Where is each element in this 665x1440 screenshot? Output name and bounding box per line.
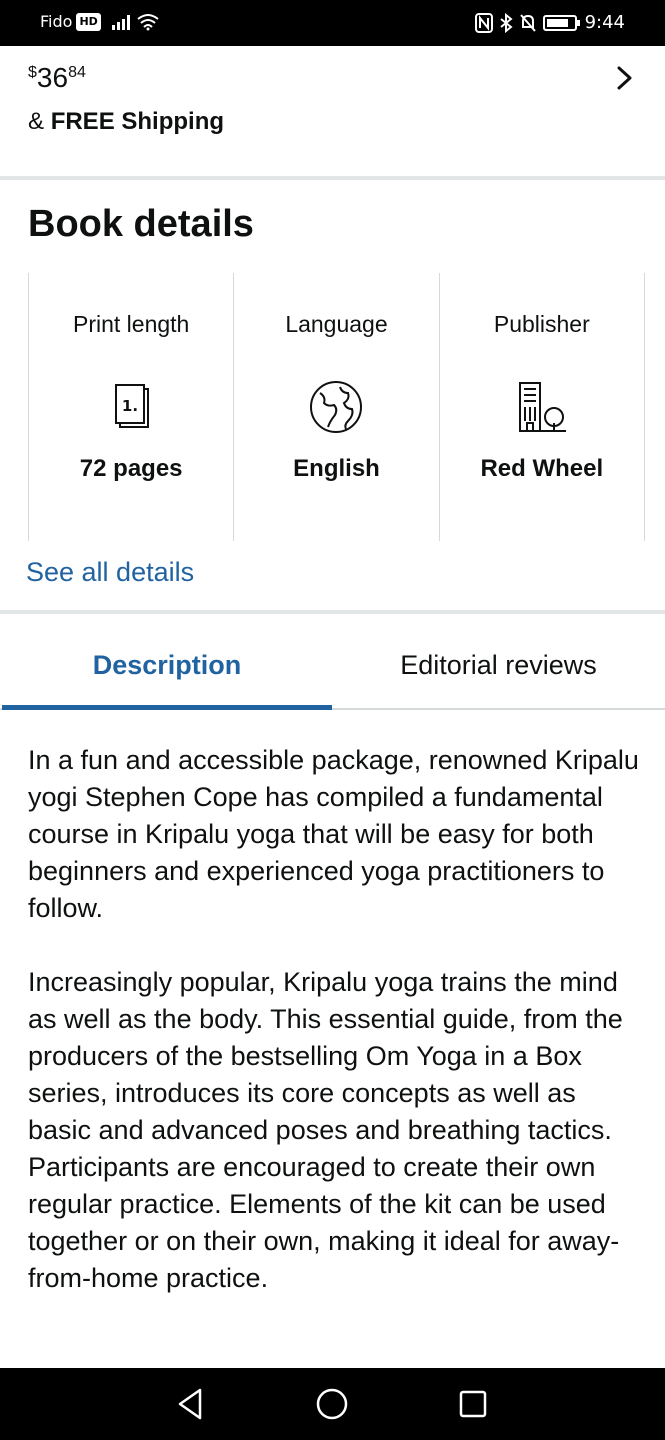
mute-bell-icon (519, 13, 536, 32)
detail-value: Red Wheel (480, 455, 604, 482)
shipping-info: & FREE Shipping (28, 108, 224, 136)
shipping-prefix: & (28, 108, 45, 135)
price-whole: 36 (36, 62, 69, 93)
price-currency: $ (28, 64, 37, 81)
price: $ 36 84 (28, 62, 86, 94)
chevron-right-icon[interactable] (613, 64, 637, 92)
system-nav-bar (0, 1368, 665, 1440)
book-details-row: Print length 1. 72 pages Language Englis… (28, 273, 645, 541)
description-tabs: Description Editorial reviews (0, 620, 665, 710)
bluetooth-icon (499, 12, 513, 33)
page-count-icon-text: 1. (122, 397, 138, 415)
section-divider (0, 610, 665, 614)
home-icon[interactable] (312, 1384, 352, 1424)
detail-label: Language (285, 311, 388, 337)
hd-badge: HD (76, 12, 101, 31)
recents-icon[interactable] (453, 1384, 493, 1424)
tab-description[interactable]: Description (2, 620, 332, 710)
battery-icon (542, 14, 580, 31)
detail-publisher: Publisher Red Wheel (440, 273, 645, 541)
book-details-title: Book details (28, 203, 254, 245)
tab-editorial-reviews[interactable]: Editorial reviews (332, 620, 665, 710)
globe-icon (310, 381, 363, 433)
building-tree-icon (518, 382, 566, 432)
shipping-label: FREE Shipping (50, 108, 225, 135)
status-time: 9:44 (584, 12, 625, 33)
back-icon[interactable] (170, 1384, 210, 1424)
signal-icon (111, 14, 130, 30)
price-fraction: 84 (68, 64, 86, 81)
detail-label: Print length (72, 311, 190, 337)
description-paragraph: Increasingly popular, Kripalu yoga train… (28, 967, 623, 1293)
detail-print-length: Print length 1. 72 pages (29, 273, 235, 541)
carrier-name: Fido (40, 12, 73, 31)
detail-value: 72 pages (79, 455, 183, 482)
wifi-icon (137, 13, 159, 30)
detail-language: Language English (234, 273, 440, 541)
section-divider (0, 176, 665, 180)
status-left: Fido HD (40, 12, 159, 31)
page-count-icon: 1. (115, 384, 150, 428)
detail-label: Publisher (493, 311, 590, 337)
see-all-details-link[interactable]: See all details (26, 554, 194, 590)
status-bar: Fido HD 9:44 (0, 0, 665, 46)
status-right: 9:44 (474, 12, 625, 33)
description-paragraph: In a fun and accessible package, renowne… (28, 745, 639, 923)
nfc-icon (474, 12, 493, 33)
detail-value: English (293, 455, 380, 482)
price-block[interactable]: $ 36 84 & FREE Shipping (0, 46, 665, 176)
description-body: In a fun and accessible package, renowne… (28, 742, 640, 1334)
